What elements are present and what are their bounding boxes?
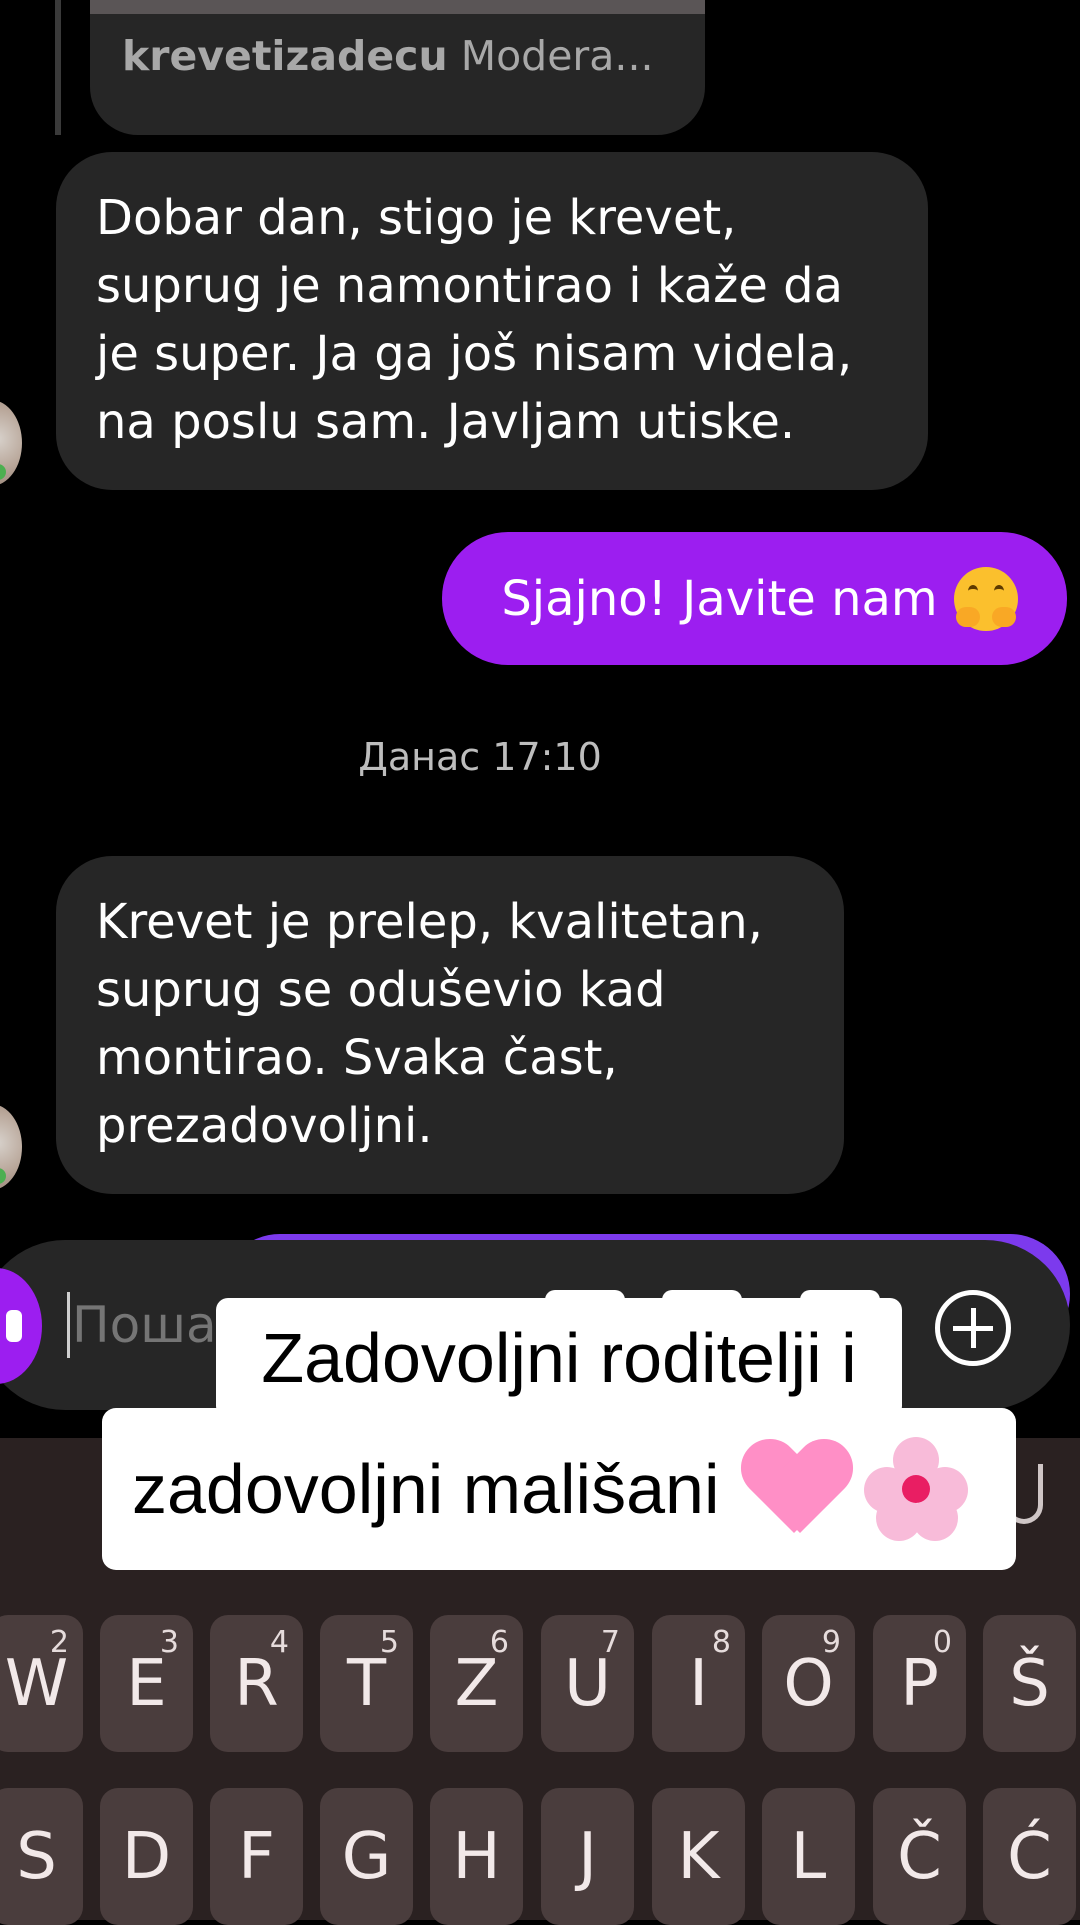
- key-h[interactable]: H: [430, 1788, 523, 1925]
- message-line: montirao. Svaka čast,: [96, 1030, 618, 1086]
- cherry-blossom-icon: [863, 1437, 968, 1541]
- caption-overlay-line-1: Zadovoljni roditelji i: [216, 1298, 902, 1418]
- key-i[interactable]: I8: [652, 1615, 745, 1752]
- shared-post-image: [90, 0, 705, 14]
- message-line: na poslu sam. Javljam utiske.: [96, 394, 796, 450]
- key-w[interactable]: W2: [0, 1615, 83, 1752]
- message-line: prezadovoljni.: [96, 1098, 433, 1154]
- hugging-face-icon: [953, 566, 1018, 631]
- key-s[interactable]: S: [0, 1788, 83, 1925]
- shared-post-card[interactable]: krevetizadecu Modera...: [90, 0, 705, 135]
- key-r[interactable]: R4: [210, 1615, 303, 1752]
- key-u[interactable]: U7: [541, 1615, 634, 1752]
- key-c-caron[interactable]: Č: [873, 1788, 966, 1925]
- shared-post-username: krevetizadecu: [122, 32, 448, 80]
- caption-text: zadovoljni mališani: [132, 1450, 720, 1528]
- message-line: Dobar dan, stigo je krevet,: [96, 190, 737, 246]
- shared-post-caption: krevetizadecu Modera...: [122, 32, 654, 80]
- key-l[interactable]: L: [762, 1788, 855, 1925]
- caption-overlay-line-2: zadovoljni mališani: [102, 1408, 1016, 1570]
- key-f[interactable]: F: [210, 1788, 303, 1925]
- message-line: suprug je namontirao i kaže da: [96, 258, 844, 314]
- incoming-message-bubble[interactable]: Krevet je prelep, kvalitetan, suprug se …: [56, 856, 844, 1194]
- sender-avatar[interactable]: [0, 400, 22, 486]
- outgoing-message-bubble[interactable]: Sjajno! Javite nam: [442, 532, 1067, 665]
- shared-post-caption-text: Modera...: [460, 32, 654, 80]
- message-line: suprug se oduševio kad: [96, 962, 666, 1018]
- outgoing-message-text: Sjajno! Javite nam: [501, 570, 938, 627]
- key-j[interactable]: J: [541, 1788, 634, 1925]
- message-input[interactable]: [72, 1290, 222, 1360]
- key-p[interactable]: P0: [873, 1615, 966, 1752]
- add-button[interactable]: [935, 1290, 1011, 1366]
- key-o[interactable]: O9: [762, 1615, 855, 1752]
- sender-avatar[interactable]: [0, 1104, 22, 1190]
- key-s-caron[interactable]: Š: [983, 1615, 1076, 1752]
- message-line: Krevet je prelep, kvalitetan,: [96, 894, 763, 950]
- key-z[interactable]: Z6: [430, 1615, 523, 1752]
- key-d[interactable]: D: [100, 1788, 193, 1925]
- key-k[interactable]: K: [652, 1788, 745, 1925]
- caption-text: Zadovoljni roditelji i: [261, 1319, 857, 1397]
- pink-heart-icon: [742, 1441, 852, 1537]
- reply-indicator-line: [55, 0, 61, 135]
- key-e[interactable]: E3: [100, 1615, 193, 1752]
- key-t[interactable]: T5: [320, 1615, 413, 1752]
- incoming-message-bubble[interactable]: Dobar dan, stigo je krevet, suprug je na…: [56, 152, 928, 490]
- key-c-acute[interactable]: Ć: [983, 1788, 1076, 1925]
- text-caret: [67, 1292, 70, 1358]
- key-g[interactable]: G: [320, 1788, 413, 1925]
- message-line: je super. Ja ga još nisam videla,: [96, 326, 853, 382]
- message-timestamp: Данас 17:10: [358, 735, 602, 779]
